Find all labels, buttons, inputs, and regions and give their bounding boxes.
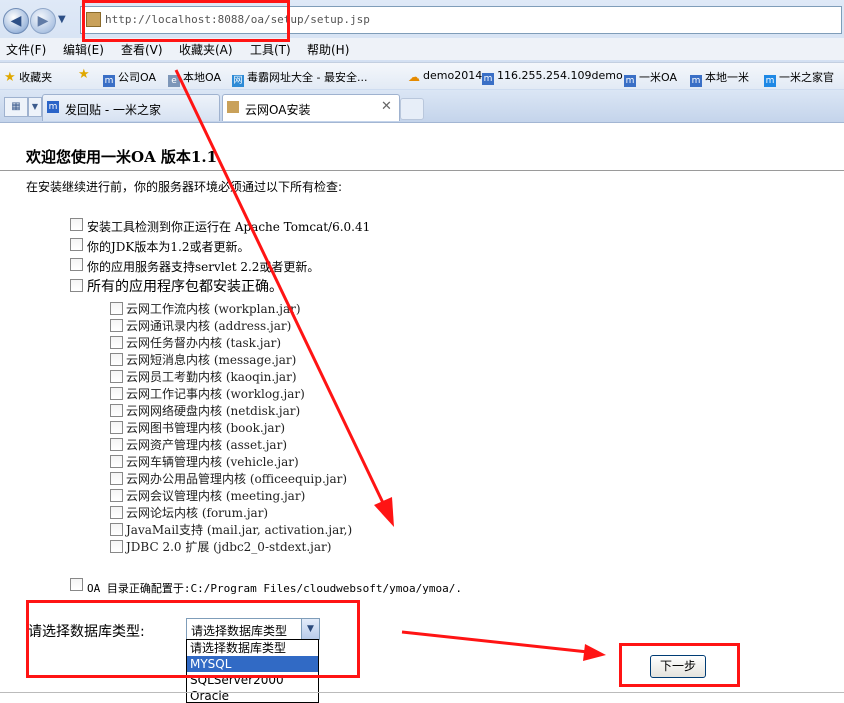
tab-forum-reply[interactable]: m 发回贴 - 一米之家 — [42, 94, 220, 121]
close-tab-icon[interactable]: ✕ — [381, 99, 392, 114]
package-checkbox[interactable] — [110, 319, 123, 332]
fav-link-6[interactable]: m 一米OA — [624, 69, 677, 87]
site-icon: m — [624, 75, 636, 87]
site-icon: m — [47, 101, 59, 113]
favorites-button[interactable]: ★ 收藏夹 — [4, 69, 52, 85]
package-checkbox[interactable] — [110, 455, 123, 468]
ie-page-icon: e — [168, 75, 180, 87]
fav-link-1[interactable]: m 公司OA — [103, 69, 156, 87]
package-label: 云网员工考勤内核 (kaoqin.jar) — [126, 370, 297, 384]
fav-link-5[interactable]: m 116.255.254.109demo — [482, 69, 623, 85]
package-label: 云网图书管理内核 (book.jar) — [126, 421, 286, 435]
site-icon: m — [103, 75, 115, 87]
check-server-checkbox[interactable] — [70, 218, 83, 231]
annotation-arrowhead-url — [374, 497, 394, 527]
page-title: 欢迎您使用一米OA 版本1.1 — [26, 148, 218, 166]
package-label: 云网资产管理内核 (asset.jar) — [126, 438, 287, 452]
package-checkbox[interactable] — [110, 506, 123, 519]
tab-oa-setup[interactable]: 云网OA安装 ✕ — [222, 94, 400, 121]
check-servlet-label: 你的应用服务器支持servlet 2.2或者更新。 — [87, 260, 320, 274]
package-label: JavaMail支持 (mail.jar, activation.jar,) — [126, 523, 353, 537]
menu-tools[interactable]: 工具(T) — [250, 41, 291, 58]
favorites-bar: ★ 收藏夹 ★ m 公司OA e 本地OA 网毒霸网址大全 - 最安全... ☁ de… — [0, 62, 844, 89]
quick-tabs-icon[interactable]: ▦ — [4, 97, 28, 117]
menu-edit[interactable]: 编辑(E) — [63, 41, 104, 58]
fav-link-7[interactable]: m 本地一米 — [690, 69, 749, 87]
package-checkbox[interactable] — [110, 336, 123, 349]
check-servlet-checkbox[interactable] — [70, 258, 83, 271]
tab-list-dropdown-icon[interactable]: ▼ — [28, 97, 42, 117]
package-checkbox[interactable] — [110, 387, 123, 400]
add-favorite-icon[interactable]: ★ — [78, 67, 90, 82]
package-checkbox[interactable] — [110, 353, 123, 366]
package-checkbox[interactable] — [110, 421, 123, 434]
site-icon: m — [482, 73, 494, 85]
star-icon: ★ — [4, 70, 16, 85]
fav-link-4[interactable]: ☁ demo2014 — [408, 69, 482, 83]
fav-link-8[interactable]: m 一米之家官 — [764, 69, 834, 87]
annotation-box-next — [619, 643, 740, 687]
check-jdk-label: 你的JDK版本为1.2或者更新。 — [87, 240, 250, 254]
package-label: 云网车辆管理内核 (vehicle.jar) — [126, 455, 299, 469]
fav-link-3[interactable]: 网毒霸网址大全 - 最安全... — [232, 69, 367, 87]
check-packages-checkbox[interactable] — [70, 279, 83, 292]
package-label: 云网通讯录内核 (address.jar) — [126, 319, 292, 333]
check-server-label: 安装工具检测到你正运行在 Apache Tomcat/6.0.41 — [87, 220, 371, 234]
package-checkbox[interactable] — [110, 523, 123, 536]
package-checkbox[interactable] — [110, 472, 123, 485]
package-label: 云网工作记事内核 (worklog.jar) — [126, 387, 305, 401]
fav-link-2[interactable]: e 本地OA — [168, 69, 221, 87]
tab-bar: ▦ ▼ m 发回贴 - 一米之家 云网OA安装 ✕ — [0, 90, 844, 123]
forward-arrow-icon[interactable]: ▶ — [30, 8, 56, 34]
check-oa-dir-label: OA 目录正确配置于:C:/Program Files/cloudwebsoft… — [87, 582, 463, 595]
page-favicon-icon — [227, 101, 239, 113]
check-oa-dir-checkbox[interactable] — [70, 578, 83, 591]
package-label: JDBC 2.0 扩展 (jdbc2_0-stdext.jar) — [126, 540, 332, 554]
intro-text: 在安装继续进行前，你的服务器环境必须通过以下所有检查: — [26, 180, 343, 194]
back-arrow-icon[interactable]: ◀ — [3, 8, 29, 34]
menu-favorites[interactable]: 收藏夹(A) — [179, 41, 233, 58]
new-tab-button[interactable] — [400, 98, 424, 120]
menu-file[interactable]: 文件(F) — [6, 41, 46, 58]
package-label: 云网会议管理内核 (meeting.jar) — [126, 489, 306, 503]
package-label: 云网网络硬盘内核 (netdisk.jar) — [126, 404, 301, 418]
package-label: 云网短消息内核 (message.jar) — [126, 353, 297, 367]
site-icon: m — [690, 75, 702, 87]
history-dropdown-icon[interactable]: ▼ — [58, 14, 66, 25]
annotation-arrowhead-next — [583, 644, 606, 661]
divider — [0, 170, 844, 171]
annotation-box-db-select — [26, 600, 360, 678]
divider — [0, 692, 844, 693]
site-icon: 网 — [232, 75, 244, 87]
annotation-box-url — [82, 0, 290, 42]
annotation-arrow-next — [401, 630, 589, 654]
package-checkbox[interactable] — [110, 404, 123, 417]
menu-view[interactable]: 查看(V) — [121, 41, 163, 58]
package-checkbox[interactable] — [110, 540, 123, 553]
package-label: 云网任务督办内核 (task.jar) — [126, 336, 282, 350]
package-label: 云网工作流内核 (workplan.jar) — [126, 302, 301, 316]
package-checkbox[interactable] — [110, 438, 123, 451]
package-checkbox[interactable] — [110, 489, 123, 502]
package-label: 云网论坛内核 (forum.jar) — [126, 506, 269, 520]
menu-help[interactable]: 帮助(H) — [307, 41, 349, 58]
package-checkbox[interactable] — [110, 370, 123, 383]
package-label: 云网办公用品管理内核 (officeequip.jar) — [126, 472, 348, 486]
site-icon: m — [764, 75, 776, 87]
check-packages-label: 所有的应用程序包都安装正确。 — [87, 279, 283, 295]
package-checkbox[interactable] — [110, 302, 123, 315]
check-jdk-checkbox[interactable] — [70, 238, 83, 251]
cloud-icon: ☁ — [408, 70, 420, 84]
